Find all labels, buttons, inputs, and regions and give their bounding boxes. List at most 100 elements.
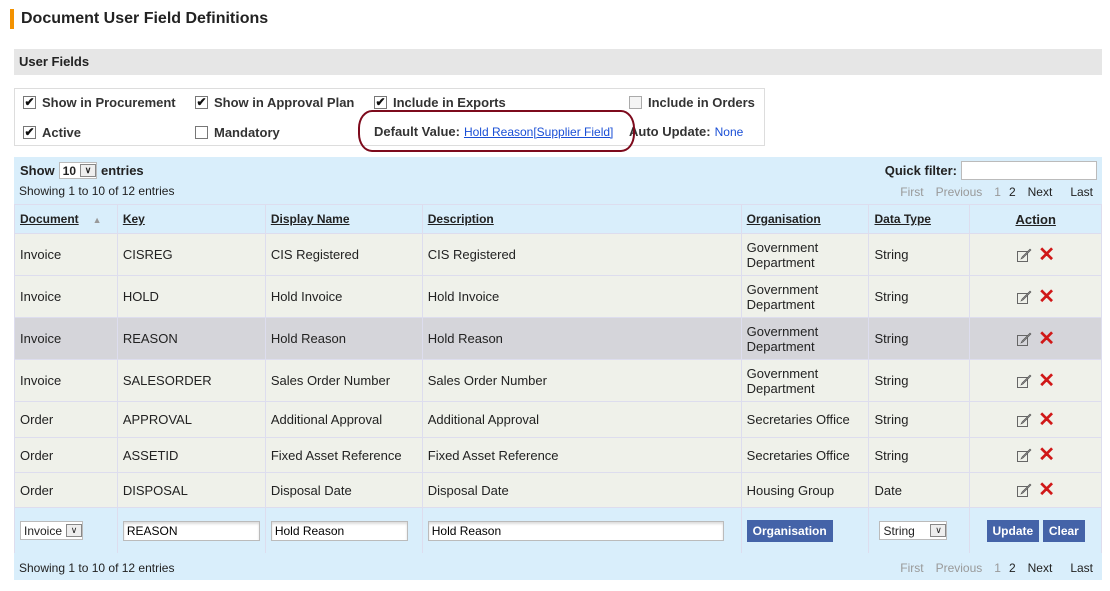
cell-key: APPROVAL: [116, 401, 266, 438]
include-in-exports-checkbox[interactable]: ✔ Include in Exports: [374, 95, 506, 110]
cell-description: CIS Registered: [421, 233, 742, 276]
update-button[interactable]: Update: [986, 519, 1040, 542]
cell-description: Sales Order Number: [421, 359, 742, 402]
cell-description: Fixed Asset Reference: [421, 437, 742, 473]
chevron-down-icon: ∨: [80, 164, 97, 177]
pager-previous[interactable]: Previous: [936, 185, 983, 199]
key-input[interactable]: [122, 520, 260, 541]
auto-update-label: Auto Update:: [629, 124, 711, 139]
table-row[interactable]: Order DISPOSAL Disposal Date Disposal Date H…: [14, 472, 1102, 508]
edit-icon[interactable]: [1016, 331, 1032, 347]
delete-icon[interactable]: ✕: [1038, 480, 1055, 500]
clear-button[interactable]: Clear: [1042, 519, 1085, 542]
edit-icon[interactable]: [1016, 447, 1032, 463]
edit-icon[interactable]: [1016, 482, 1032, 498]
cell-document: Invoice: [14, 317, 118, 360]
table-row[interactable]: Invoice HOLD Hold Invoice Hold Invoice Gover…: [14, 275, 1102, 318]
table-row[interactable]: Invoice SALESORDER Sales Order Number Sales…: [14, 359, 1102, 402]
cell-description: Hold Reason: [421, 317, 742, 360]
cell-action: ✕: [969, 275, 1102, 318]
table-row[interactable]: Invoice REASON Hold Reason Hold Reason Gover…: [14, 317, 1102, 360]
chevron-down-icon: ∨: [930, 524, 947, 537]
data-type-value: String: [883, 523, 915, 538]
cell-data-type: String: [868, 275, 971, 318]
checkbox-icon: [629, 96, 642, 109]
show-in-approval-plan-checkbox[interactable]: ✔ Show in Approval Plan: [195, 95, 354, 110]
table-row[interactable]: Order APPROVAL Additional Approval Addition…: [14, 401, 1102, 438]
cell-display-name: Fixed Asset Reference: [264, 437, 423, 473]
delete-icon[interactable]: ✕: [1038, 245, 1055, 265]
show-in-procurement-checkbox[interactable]: ✔ Show in Procurement: [23, 95, 176, 110]
entries-label: entries: [101, 163, 144, 178]
cell-data-type: String: [868, 437, 971, 473]
data-type-select[interactable]: String ∨: [879, 521, 948, 540]
cell-key: CISREG: [116, 233, 266, 276]
pager-last[interactable]: Last: [1070, 561, 1093, 575]
cell-document: Order: [14, 472, 118, 508]
cell-display-name: CIS Registered: [264, 233, 423, 276]
cell-organisation: Government Department: [740, 359, 870, 402]
pager-next[interactable]: Next: [1028, 561, 1053, 575]
mandatory-checkbox[interactable]: Mandatory: [195, 125, 280, 140]
include-in-orders-checkbox[interactable]: Include in Orders: [629, 95, 755, 110]
highlight-annotation: [358, 110, 635, 152]
delete-icon[interactable]: ✕: [1038, 410, 1055, 430]
cell-data-type: Date: [868, 472, 971, 508]
auto-update-value[interactable]: None: [715, 125, 744, 139]
cell-description: Hold Invoice: [421, 275, 742, 318]
edit-row: Invoice∨ Organisation String ∨ Update Cle…: [14, 507, 1102, 554]
document-select-value: Invoice: [24, 523, 63, 538]
cell-display-name: Additional Approval: [264, 401, 423, 438]
display-name-input[interactable]: [270, 520, 408, 541]
pager-last[interactable]: Last: [1070, 185, 1093, 199]
description-input[interactable]: [427, 520, 724, 541]
column-header-description[interactable]: Description: [421, 204, 742, 234]
quick-filter-label: Quick filter:: [884, 163, 957, 178]
label: Mandatory: [214, 125, 280, 140]
edit-icon[interactable]: [1016, 289, 1032, 305]
pager-first[interactable]: First: [900, 185, 923, 199]
edit-icon[interactable]: [1016, 373, 1032, 389]
entries-info-bottom: Showing 1 to 10 of 12 entries: [19, 561, 175, 575]
column-header-data-type[interactable]: Data Type: [868, 204, 971, 234]
page-size-select[interactable]: 10 ∨: [58, 162, 98, 179]
page-title: Document User Field Definitions: [10, 9, 268, 29]
cell-key: DISPOSAL: [116, 472, 266, 508]
cell-organisation: Government Department: [740, 275, 870, 318]
table-row[interactable]: Order ASSETID Fixed Asset Reference Fixed A…: [14, 437, 1102, 473]
pagination-bottom: First Previous 1 2 Next Last: [900, 561, 1093, 575]
delete-icon[interactable]: ✕: [1038, 287, 1055, 307]
cell-action: ✕: [969, 317, 1102, 360]
cell-action: ✕: [969, 472, 1102, 508]
cell-data-type: String: [868, 401, 971, 438]
active-checkbox[interactable]: ✔ Active: [23, 125, 81, 140]
column-header-document[interactable]: Document ▲: [14, 204, 118, 234]
cell-action: ✕: [969, 437, 1102, 473]
delete-icon[interactable]: ✕: [1038, 329, 1055, 349]
user-fields-table: Document ▲ Key Display Name Description O…: [14, 204, 1102, 554]
quick-filter-input[interactable]: [961, 161, 1097, 180]
pager-page-2[interactable]: 2: [1009, 185, 1016, 199]
pager-first[interactable]: First: [900, 561, 923, 575]
column-header-organisation[interactable]: Organisation: [740, 204, 870, 234]
label: Show in Procurement: [42, 95, 176, 110]
pager-next[interactable]: Next: [1028, 185, 1053, 199]
cell-key: REASON: [116, 317, 266, 360]
edit-icon[interactable]: [1016, 412, 1032, 428]
delete-icon[interactable]: ✕: [1038, 445, 1055, 465]
edit-icon[interactable]: [1016, 247, 1032, 263]
pager-previous[interactable]: Previous: [936, 561, 983, 575]
table-row[interactable]: Invoice CISREG CIS Registered CIS Registere…: [14, 233, 1102, 276]
cell-description: Additional Approval: [421, 401, 742, 438]
pager-page-2[interactable]: 2: [1009, 561, 1016, 575]
organisation-button[interactable]: Organisation: [746, 519, 833, 542]
column-header-action: Action: [969, 204, 1102, 234]
delete-icon[interactable]: ✕: [1038, 371, 1055, 391]
cell-data-type: String: [868, 317, 971, 360]
column-header-key[interactable]: Key: [116, 204, 266, 234]
column-header-display-name[interactable]: Display Name: [264, 204, 423, 234]
document-select[interactable]: Invoice ∨: [20, 521, 84, 540]
cell-key: ASSETID: [116, 437, 266, 473]
cell-action: ✕: [969, 233, 1102, 276]
table-footer: Showing 1 to 10 of 12 entries First Previ…: [14, 553, 1102, 580]
